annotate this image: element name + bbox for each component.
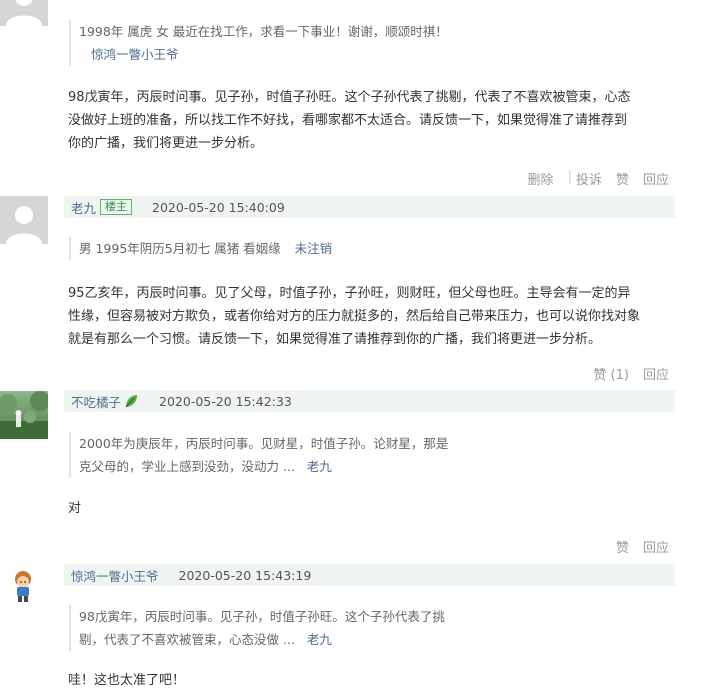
quote-line: 剔，代表了不喜欢被管束，心态没做 ... bbox=[79, 632, 295, 647]
report-link[interactable]: 投诉 bbox=[576, 169, 602, 188]
avatar[interactable] bbox=[0, 0, 48, 26]
default-avatar-icon bbox=[0, 0, 48, 26]
delete-link[interactable]: 删除 bbox=[528, 169, 554, 188]
quote-text: 1998年 属虎 女 最近在找工作，求看一下事业！谢谢，顺颂时祺！ bbox=[79, 24, 448, 39]
comment-actions: 赞 (1) 回应 bbox=[593, 364, 669, 383]
quote-line: 2000年为庚辰年，丙辰时问事。见财星，时值子孙。论财星，那是 bbox=[79, 436, 449, 451]
landscape-avatar-icon bbox=[0, 391, 48, 439]
body-line: 98戊寅年，丙辰时问事。见子孙，时值子孙旺。这个子孙代表了挑剔，代表了不喜欢被管… bbox=[68, 90, 631, 105]
reply-link[interactable]: 回应 bbox=[643, 537, 669, 556]
quote-line: 克父母的，学业上感到没劲，没动力 ... bbox=[79, 459, 295, 474]
comment-actions: 删除 | 投诉 赞 回应 bbox=[528, 169, 669, 188]
leaf-icon bbox=[125, 395, 138, 408]
cartoon-avatar-icon bbox=[0, 565, 48, 613]
like-link[interactable]: 赞 bbox=[616, 169, 629, 188]
quote-text: 男 1995年阴历5月初七 属猪 看姻缘 bbox=[79, 241, 281, 256]
reply-link[interactable]: 回应 bbox=[643, 364, 669, 383]
timestamp: 2020-05-20 15:43:19 bbox=[178, 567, 312, 583]
body-line: 对 bbox=[68, 501, 82, 516]
quote-author-link[interactable]: 老九 bbox=[307, 632, 332, 647]
op-badge: 楼主 bbox=[100, 199, 133, 215]
avatar[interactable] bbox=[0, 391, 48, 439]
quoted-comment: 98戊寅年，丙辰时问事。见子孙，时值子孙旺。这个子孙代表了挑 剔，代表了不喜欢被… bbox=[69, 605, 445, 651]
quote-author-link[interactable]: 惊鸿一瞥小王爷 bbox=[91, 47, 179, 62]
quoted-comment: 男 1995年阴历5月初七 属猪 看姻缘 未注销 bbox=[69, 237, 332, 260]
timestamp: 2020-05-20 15:40:09 bbox=[152, 199, 285, 215]
like-link[interactable]: 赞 (1) bbox=[593, 364, 629, 383]
quoted-comment: 1998年 属虎 女 最近在找工作，求看一下事业！谢谢，顺颂时祺！ 惊鸿一瞥小王… bbox=[69, 20, 448, 66]
comment-header: 惊鸿一瞥小王爷 2020-05-20 15:43:19 bbox=[64, 564, 675, 586]
comment-body: 对 bbox=[68, 497, 674, 520]
action-separator: | bbox=[567, 169, 572, 184]
comment-body: 98戊寅年，丙辰时问事。见子孙，时值子孙旺。这个子孙代表了挑剔，代表了不喜欢被管… bbox=[68, 86, 674, 155]
username-link[interactable]: 不吃橘子 bbox=[71, 392, 121, 411]
body-line: 你的广播，我们将更进一步分析。 bbox=[68, 136, 264, 151]
body-line: 95乙亥年，丙辰时问事。见了父母，时值子孙，子孙旺，则财旺，但父母也旺。主导会有… bbox=[68, 286, 631, 301]
quote-author-link[interactable]: 老九 bbox=[307, 459, 332, 474]
reply-link[interactable]: 回应 bbox=[643, 169, 669, 188]
comment-header: 老九 楼主 2020-05-20 15:40:09 bbox=[64, 196, 675, 218]
avatar[interactable] bbox=[0, 565, 48, 613]
body-line: 哇！这也太准了吧！ bbox=[68, 673, 186, 688]
comment-body: 95乙亥年，丙辰时问事。见了父母，时值子孙，子孙旺，则财旺，但父母也旺。主导会有… bbox=[68, 282, 674, 351]
quoted-comment: 2000年为庚辰年，丙辰时问事。见财星，时值子孙。论财星，那是 克父母的，学业上… bbox=[69, 432, 448, 478]
comment-body: 哇！这也太准了吧！ bbox=[68, 669, 674, 691]
quote-author-status: 未注销 bbox=[294, 241, 333, 256]
avatar[interactable] bbox=[0, 196, 48, 244]
comment-actions: 赞 回应 bbox=[616, 537, 669, 556]
like-link[interactable]: 赞 bbox=[616, 537, 629, 556]
username-link[interactable]: 惊鸿一瞥小王爷 bbox=[71, 566, 159, 585]
body-line: 没做好上班的准备，所以找工作不好找，看哪家都不太适合。请反馈一下，如果觉得准了请… bbox=[68, 113, 628, 128]
body-line: 性缘，但容易被对方欺负，或者你给对方的压力就挺多的，然后给自己带来压力，也可以说… bbox=[68, 309, 641, 324]
default-avatar-icon bbox=[0, 196, 48, 244]
username-link[interactable]: 老九 bbox=[71, 198, 96, 217]
comment-header: 不吃橘子 2020-05-20 15:42:33 bbox=[64, 390, 675, 412]
body-line: 就是有那么一个习惯。请反馈一下，如果觉得准了请推荐到你的广播，我们将更进一步分析… bbox=[68, 332, 602, 347]
timestamp: 2020-05-20 15:42:33 bbox=[159, 393, 292, 409]
quote-line: 98戊寅年，丙辰时问事。见子孙，时值子孙旺。这个子孙代表了挑 bbox=[79, 609, 445, 624]
